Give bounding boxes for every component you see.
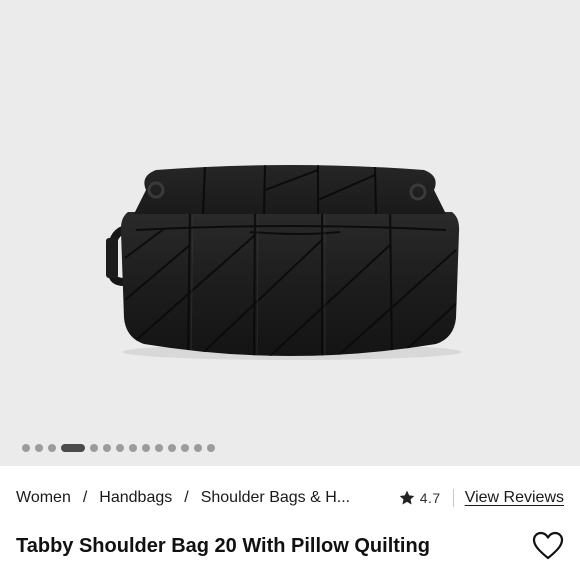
rating: 4.7 View Reviews: [398, 489, 564, 507]
product-gallery[interactable]: [0, 0, 580, 466]
carousel-dot[interactable]: [155, 444, 163, 452]
carousel-dot[interactable]: [129, 444, 137, 452]
breadcrumb: Women / Handbags / Shoulder Bags & H...: [16, 489, 350, 507]
view-reviews-link[interactable]: View Reviews: [465, 489, 564, 507]
carousel-dot[interactable]: [22, 444, 30, 452]
breadcrumb-separator: /: [184, 489, 189, 506]
breadcrumb-item-shoulder-bags[interactable]: Shoulder Bags & H...: [201, 489, 350, 507]
carousel-dot[interactable]: [103, 444, 111, 452]
carousel-dot[interactable]: [194, 444, 202, 452]
title-row: Tabby Shoulder Bag 20 With Pillow Quilti…: [16, 531, 564, 561]
breadcrumb-separator: /: [82, 489, 88, 506]
carousel-dot[interactable]: [168, 444, 176, 452]
product-image: [106, 165, 462, 360]
carousel-dot[interactable]: [48, 444, 56, 452]
carousel-dot[interactable]: [181, 444, 189, 452]
star-icon: [399, 490, 415, 505]
rating-value: 4.7: [419, 490, 441, 506]
breadcrumb-item-women[interactable]: Women: [16, 489, 71, 507]
product-info: Women / Handbags / Shoulder Bags & H... …: [0, 466, 580, 580]
breadcrumb-rating-row: Women / Handbags / Shoulder Bags & H... …: [16, 487, 564, 509]
carousel-dots[interactable]: [22, 443, 215, 453]
heart-icon[interactable]: [532, 531, 564, 561]
rating-divider: [452, 489, 454, 507]
carousel-dot-active[interactable]: [61, 444, 85, 452]
carousel-dot[interactable]: [35, 444, 43, 452]
carousel-dot[interactable]: [116, 444, 124, 452]
carousel-dot[interactable]: [207, 444, 215, 452]
breadcrumb-item-handbags[interactable]: Handbags: [99, 489, 172, 507]
product-title: Tabby Shoulder Bag 20 With Pillow Quilti…: [16, 534, 430, 557]
carousel-dot[interactable]: [142, 444, 150, 452]
carousel-dot[interactable]: [90, 444, 98, 452]
